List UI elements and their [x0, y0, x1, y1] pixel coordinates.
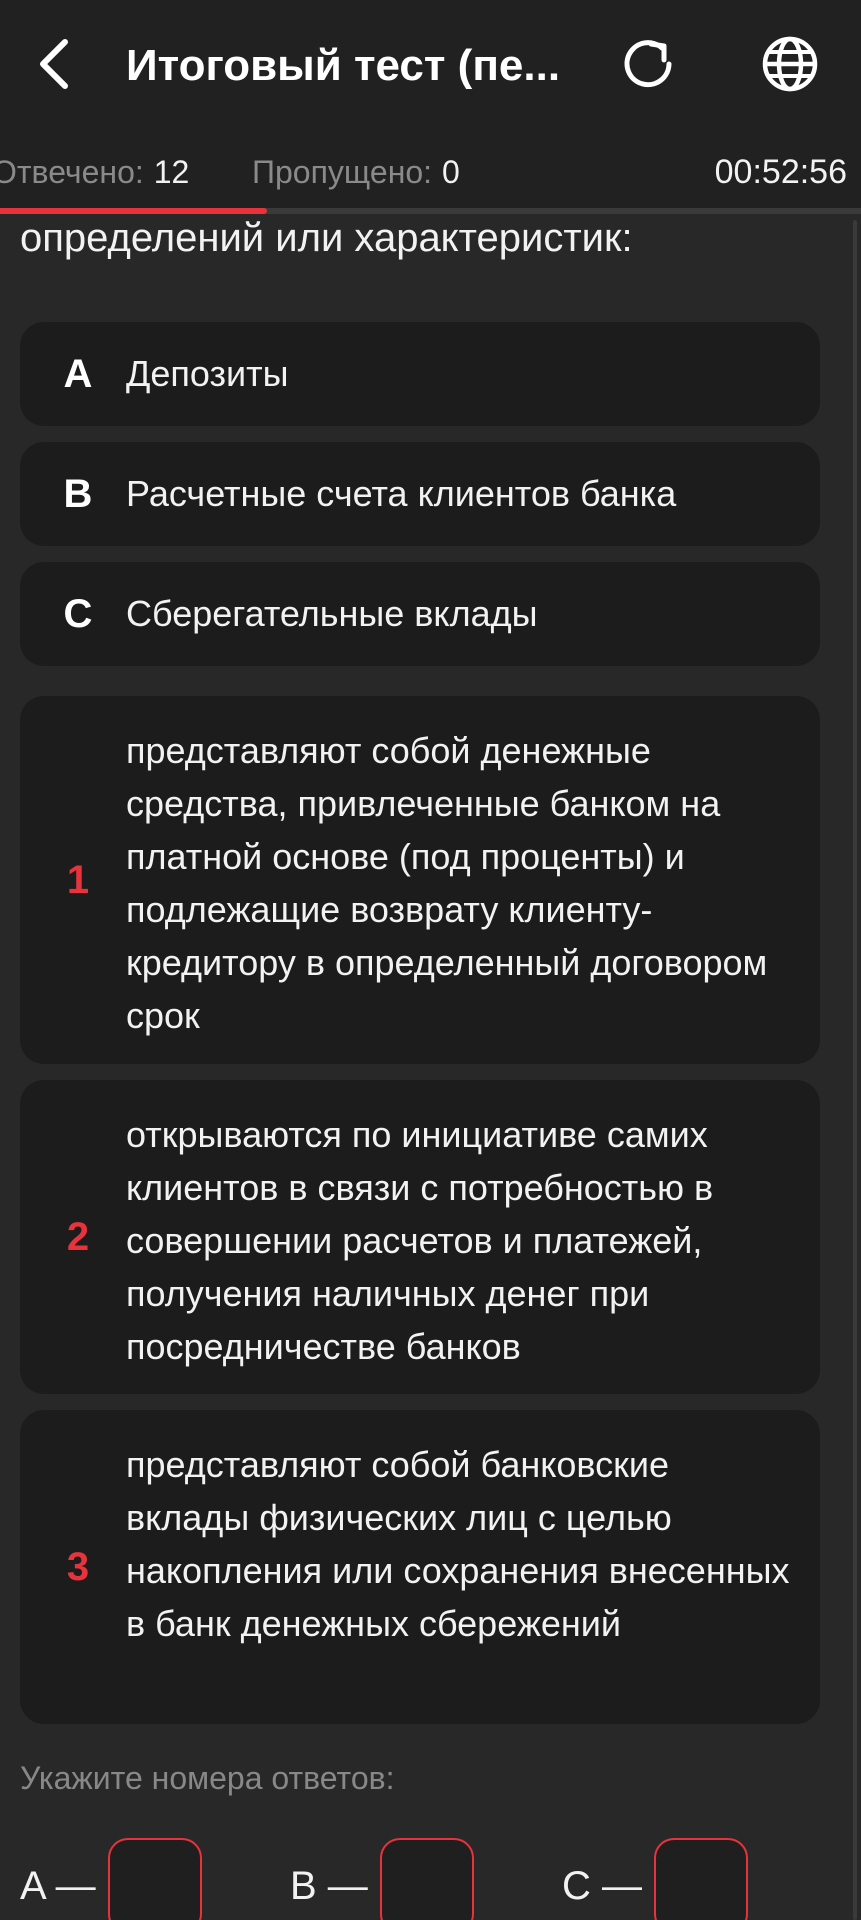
- top-bar: Итоговый тест (пе...: [0, 0, 861, 132]
- progress-bar: [0, 208, 861, 214]
- answered-label: Отвечено:: [0, 154, 144, 190]
- answer-slot-b: B —: [290, 1836, 474, 1920]
- option-text: Депозиты: [126, 353, 289, 394]
- skipped-label: Пропущено:: [252, 154, 433, 190]
- option-key: 1: [66, 858, 90, 902]
- skipped-counter: Пропущено: 0: [252, 132, 460, 212]
- answer-label: B —: [290, 1863, 368, 1908]
- language-button[interactable]: [754, 28, 826, 100]
- status-bar: Отвечено: 12 Пропущено: 0 00:52:56: [0, 132, 861, 212]
- option-key: C: [63, 592, 93, 636]
- answer-slot-a: A —: [20, 1836, 202, 1920]
- test-screen: Итоговый тест (пе... Отвечено: 12 Пропуще…: [0, 0, 861, 1920]
- option-key: A: [63, 352, 93, 396]
- option-key: B: [63, 472, 93, 516]
- question-text: Установите соответствие понятий и их опр…: [20, 216, 633, 260]
- option-key: 3: [66, 1545, 90, 1589]
- answer-slot-c: C —: [562, 1836, 748, 1920]
- option-1: 1 представляют собой денежные средства, …: [20, 696, 820, 1064]
- option-c: C Сберегательные вклады: [20, 562, 820, 666]
- back-button[interactable]: [20, 28, 90, 100]
- page-title: Итоговый тест (пе...: [126, 41, 561, 90]
- answer-label: C —: [562, 1863, 642, 1908]
- option-text: Расчетные счета клиентов банка: [126, 473, 677, 514]
- answer-input-b[interactable]: [379, 1838, 474, 1920]
- option-2: 2 открываются по инициативе самих клиент…: [20, 1080, 820, 1394]
- option-text: представляют собой денежные средства, пр…: [126, 730, 768, 1036]
- option-text: открываются по инициативе самих клиентов…: [126, 1114, 714, 1367]
- progress-bar-fill: [0, 208, 267, 214]
- globe-icon: [762, 36, 818, 92]
- answer-input-a[interactable]: [107, 1838, 202, 1920]
- question-content: Установите соответствие понятий и их опр…: [0, 212, 861, 1920]
- option-3: 3 представляют собой банковские вклады ф…: [20, 1410, 820, 1724]
- option-key: 2: [66, 1215, 90, 1259]
- answered-counter: Отвечено: 12: [0, 132, 189, 212]
- answer-prompt: Укажите номера ответов:: [20, 1760, 395, 1796]
- scrollbar[interactable]: [853, 220, 857, 1920]
- chevron-left-icon: [40, 39, 68, 89]
- reload-icon: [624, 40, 672, 88]
- option-text: представляют собой банковские вклады физ…: [126, 1444, 790, 1644]
- skipped-value: 0: [442, 154, 460, 190]
- reload-button[interactable]: [612, 28, 684, 100]
- answered-value: 12: [153, 154, 190, 190]
- answer-input-c[interactable]: [654, 1838, 748, 1920]
- option-b: B Расчетные счета клиентов банка: [20, 442, 820, 546]
- timer: 00:52:56: [714, 153, 847, 191]
- option-text: Сберегательные вклады: [126, 593, 538, 634]
- option-a: A Депозиты: [20, 322, 820, 426]
- answer-label: A —: [20, 1863, 96, 1908]
